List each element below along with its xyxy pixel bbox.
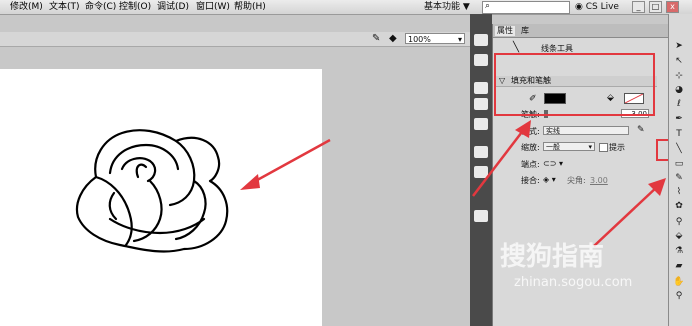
style-value: 实线 bbox=[546, 127, 560, 135]
menu-text[interactable]: 文本(T) bbox=[49, 1, 80, 13]
edit-stroke-style-icon[interactable]: ✎ bbox=[637, 125, 645, 135]
stage-toolbar: ✎ ◆ bbox=[0, 32, 470, 47]
pencil-icon[interactable]: ✎ bbox=[671, 172, 687, 184]
annotation-arrow-stage bbox=[240, 138, 331, 190]
zoom-value: 100% bbox=[408, 35, 431, 44]
brush-icon[interactable]: ⌇ bbox=[671, 186, 687, 198]
menu-commands[interactable]: 命令(C) bbox=[85, 1, 116, 13]
annotation-arrow-panel bbox=[472, 120, 531, 197]
zoom-icon[interactable]: ⚲ bbox=[671, 290, 687, 302]
edit-scene-icon[interactable]: ◆ bbox=[389, 33, 397, 44]
chevron-down-icon: ▼ bbox=[462, 2, 470, 12]
highlight-fill-stroke bbox=[494, 53, 655, 116]
free-transform-icon[interactable]: ⊹ bbox=[671, 70, 687, 82]
cs-live-icon: ◉ bbox=[575, 2, 583, 12]
cap-select[interactable]: ⊂⊃ ▾ bbox=[543, 159, 563, 168]
tab-library[interactable]: 库 bbox=[519, 26, 531, 36]
panel-tab-bar: 属性 库 bbox=[493, 24, 668, 38]
eyedropper-icon[interactable]: ⚗ bbox=[671, 245, 687, 257]
minimize-button[interactable]: _ bbox=[632, 1, 645, 13]
menu-debug[interactable]: 调试(D) bbox=[157, 1, 189, 13]
edit-symbols-icon[interactable]: ✎ bbox=[372, 33, 380, 44]
line-icon[interactable]: ╲ bbox=[671, 143, 687, 155]
deco-icon[interactable]: ✿ bbox=[671, 200, 687, 212]
maximize-button[interactable]: □ bbox=[649, 1, 662, 13]
eraser-icon[interactable]: ▰ bbox=[671, 260, 687, 272]
watermark-logo: 搜狗指南 bbox=[500, 242, 605, 272]
scale-value: 一般 bbox=[546, 143, 560, 151]
search-input[interactable]: ⌕ bbox=[482, 1, 570, 14]
cs-live-label: CS Live bbox=[585, 2, 619, 12]
watermark-url: zhinan.sogou.com bbox=[514, 275, 633, 290]
hand-icon[interactable]: ✋ bbox=[671, 276, 687, 288]
chevron-down-icon: ▾ bbox=[588, 143, 592, 151]
menu-help[interactable]: 帮助(H) bbox=[234, 1, 266, 13]
bone-icon[interactable]: ⚲ bbox=[671, 216, 687, 228]
rectangle-icon[interactable]: ▭ bbox=[671, 158, 687, 170]
close-button[interactable]: x bbox=[666, 1, 679, 13]
zoom-select[interactable]: 100% ▾ bbox=[405, 33, 465, 44]
style-select[interactable]: 实线 bbox=[543, 126, 629, 135]
selection-icon[interactable]: ➤ bbox=[671, 40, 687, 52]
chevron-down-icon: ▾ bbox=[457, 35, 462, 44]
3d-rotation-icon[interactable]: ◕ bbox=[671, 84, 687, 96]
search-icon: ⌕ bbox=[485, 1, 491, 11]
swatches-icon[interactable] bbox=[474, 54, 488, 66]
hint-checkbox[interactable] bbox=[599, 143, 608, 152]
line-icon: ╲ bbox=[513, 42, 520, 53]
lasso-icon[interactable]: ℓ bbox=[671, 98, 687, 110]
workspace-label: 基本功能 bbox=[424, 2, 461, 12]
menu-bar: 修改(M) 文本(T) 命令(C) 控制(O) 调试(D) 窗口(W) 帮助(H… bbox=[0, 0, 692, 15]
cs-live-button[interactable]: ◉ CS Live bbox=[575, 1, 619, 13]
scale-select[interactable]: 一般 ▾ bbox=[543, 142, 595, 151]
align-icon[interactable] bbox=[474, 82, 488, 94]
tab-properties[interactable]: 属性 bbox=[495, 26, 515, 36]
menu-control[interactable]: 控制(O) bbox=[119, 1, 151, 13]
info-icon[interactable] bbox=[474, 98, 488, 110]
paint-bucket-icon[interactable]: ⬙ bbox=[671, 230, 687, 242]
menu-modify[interactable]: 修改(M) bbox=[10, 1, 43, 13]
subselection-icon[interactable]: ↖ bbox=[671, 55, 687, 67]
motion-presets-icon[interactable] bbox=[474, 210, 488, 222]
miter-label: 尖角: bbox=[567, 176, 586, 185]
workspace-switcher[interactable]: 基本功能 ▼ bbox=[424, 1, 470, 13]
pen-icon[interactable]: ✒ bbox=[671, 113, 687, 125]
color-icon[interactable] bbox=[474, 34, 488, 46]
menu-window[interactable]: 窗口(W) bbox=[196, 1, 230, 13]
hint-label: 提示 bbox=[609, 143, 625, 152]
text-icon[interactable]: T bbox=[671, 128, 687, 140]
